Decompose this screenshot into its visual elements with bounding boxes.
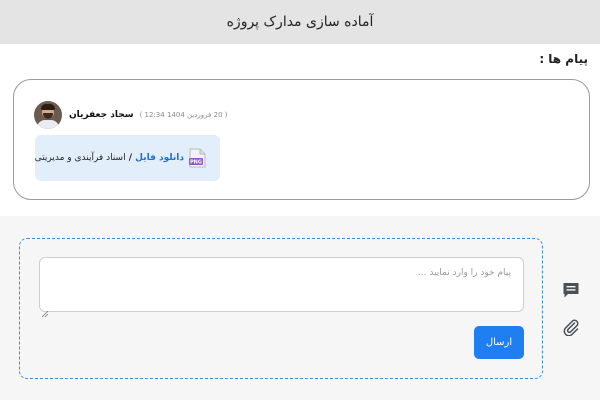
send-button[interactable]: ارسال — [474, 326, 524, 359]
resize-grip-icon[interactable] — [41, 303, 49, 318]
svg-text:PNG: PNG — [190, 160, 202, 166]
png-file-icon[interactable]: PNG — [189, 148, 206, 168]
message-input[interactable] — [39, 257, 524, 312]
page-header: آماده سازی مدارک پروژه — [0, 0, 600, 44]
file-separator: / — [125, 153, 136, 163]
paperclip-icon[interactable] — [561, 317, 581, 337]
comment-icon[interactable] — [561, 280, 581, 300]
message-timestamp: ( 20 فروردین 1404 12:34 ) — [139, 111, 228, 119]
message-header: سجاد جعفریان ( 20 فروردین 1404 12:34 ) — [34, 101, 228, 129]
page-title: آماده سازی مدارک پروژه — [226, 14, 374, 30]
file-attachment-card: دانلود فایل / اسناد فرآیندی و مدیریتی PN… — [35, 135, 220, 181]
download-file-link[interactable]: دانلود فایل — [135, 153, 184, 163]
file-attachment-text: دانلود فایل / اسناد فرآیندی و مدیریتی — [35, 153, 184, 163]
file-name: اسناد فرآیندی و مدیریتی — [34, 153, 126, 163]
message-author: سجاد جعفریان — [69, 110, 134, 120]
avatar[interactable] — [34, 101, 62, 129]
messages-label: پیام ها : — [539, 52, 588, 66]
